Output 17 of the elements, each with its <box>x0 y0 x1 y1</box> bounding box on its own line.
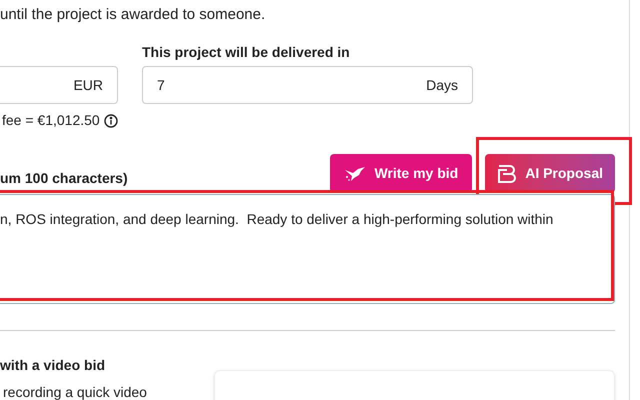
logo-icon <box>497 164 518 184</box>
intro-text: until the project is awarded to someone. <box>0 5 266 24</box>
days-label: Days <box>426 76 458 95</box>
info-icon[interactable] <box>104 114 118 128</box>
video-bid-text: recording a quick video <box>3 383 148 400</box>
bid-amount-field[interactable]: EUR <box>0 66 118 104</box>
days-value: 7 <box>157 76 165 94</box>
fee-text: fee = €1,012.50 <box>2 111 100 130</box>
proposal-textarea[interactable]: n, ROS integration, and deep learning. Ready to deliver a high-performing solution within <box>0 194 615 304</box>
ai-proposal-button[interactable]: AI Proposal <box>485 154 615 193</box>
delivery-days-field[interactable]: 7 Days <box>142 66 473 104</box>
proposal-label: um 100 characters) <box>0 169 128 188</box>
currency-label: EUR <box>73 76 103 94</box>
write-bid-button[interactable]: Write my bid <box>330 154 472 193</box>
bird-icon <box>344 166 366 182</box>
video-bid-title: with a video bid <box>0 356 106 375</box>
delivery-label: This project will be delivered in <box>142 43 351 62</box>
